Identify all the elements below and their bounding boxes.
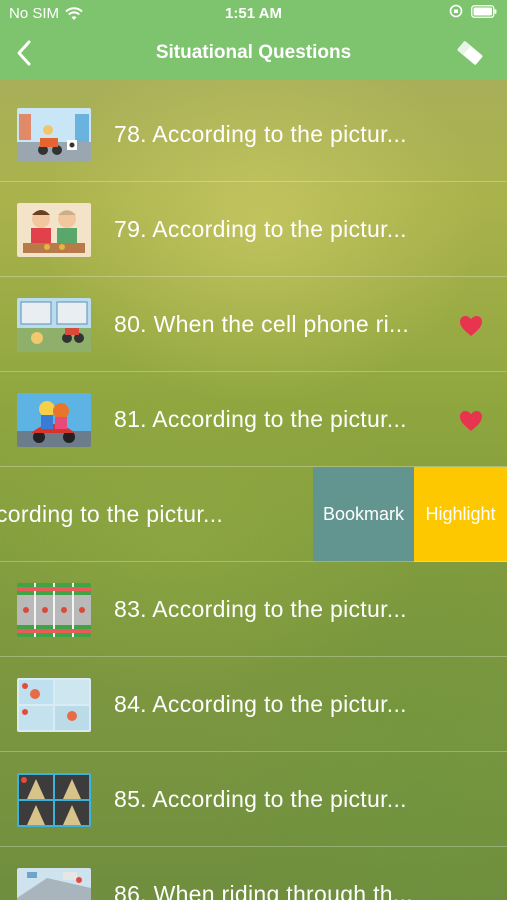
status-right bbox=[449, 4, 497, 18]
heart-icon[interactable] bbox=[459, 315, 483, 337]
question-thumbnail bbox=[17, 298, 91, 352]
list-item[interactable]: 79. According to the pictur... bbox=[0, 182, 507, 277]
list-item[interactable]: 81. According to the pictur... bbox=[0, 372, 507, 467]
list-item[interactable]: 78. According to the pictur... bbox=[0, 87, 507, 182]
page-title: Situational Questions bbox=[155, 42, 352, 63]
question-title: 79. According to the pictur... bbox=[114, 216, 407, 242]
question-thumbnail bbox=[17, 868, 91, 900]
list-item-swiped[interactable]: cording to the pictur... Bookmark Highli… bbox=[0, 467, 507, 562]
question-thumbnail bbox=[17, 108, 91, 162]
battery-icon bbox=[471, 4, 497, 18]
status-time: 1:51 AM bbox=[225, 5, 282, 22]
question-thumbnail bbox=[17, 678, 91, 732]
list-item[interactable]: 84. According to the pictur... bbox=[0, 657, 507, 752]
question-title: 86. When riding through th... bbox=[114, 881, 413, 900]
list-item[interactable]: 83. According to the pictur... bbox=[0, 562, 507, 657]
orientation-lock-icon bbox=[449, 4, 463, 18]
question-title: 84. According to the pictur... bbox=[114, 691, 407, 717]
question-thumbnail bbox=[17, 203, 91, 257]
question-thumbnail bbox=[17, 393, 91, 447]
question-title: 78. According to the pictur... bbox=[114, 121, 407, 147]
list-item[interactable]: 86. When riding through th... bbox=[0, 847, 507, 900]
question-title: 81. According to the pictur... bbox=[114, 406, 407, 432]
list-item[interactable]: 85. According to the pictur... bbox=[0, 752, 507, 847]
question-thumbnail bbox=[17, 773, 91, 827]
header: No SIM 1:51 AM Situational Questions bbox=[0, 0, 507, 80]
question-list: 78. According to the pictur... 79. Accor… bbox=[0, 87, 507, 900]
question-thumbnail bbox=[17, 583, 91, 637]
highlight-button[interactable]: Highlight bbox=[414, 467, 507, 562]
heart-icon[interactable] bbox=[459, 410, 483, 432]
question-title: 85. According to the pictur... bbox=[114, 786, 407, 812]
bookmark-button[interactable]: Bookmark bbox=[313, 467, 414, 562]
question-title: 83. According to the pictur... bbox=[114, 596, 407, 622]
question-title: cording to the pictur... bbox=[0, 501, 224, 527]
status-bar: No SIM 1:51 AM bbox=[0, 0, 507, 28]
eraser-icon[interactable] bbox=[453, 38, 487, 68]
question-title: 80. When the cell phone ri... bbox=[114, 311, 410, 337]
nav-bar: Situational Questions bbox=[0, 28, 507, 80]
list-item[interactable]: 80. When the cell phone ri... bbox=[0, 277, 507, 372]
